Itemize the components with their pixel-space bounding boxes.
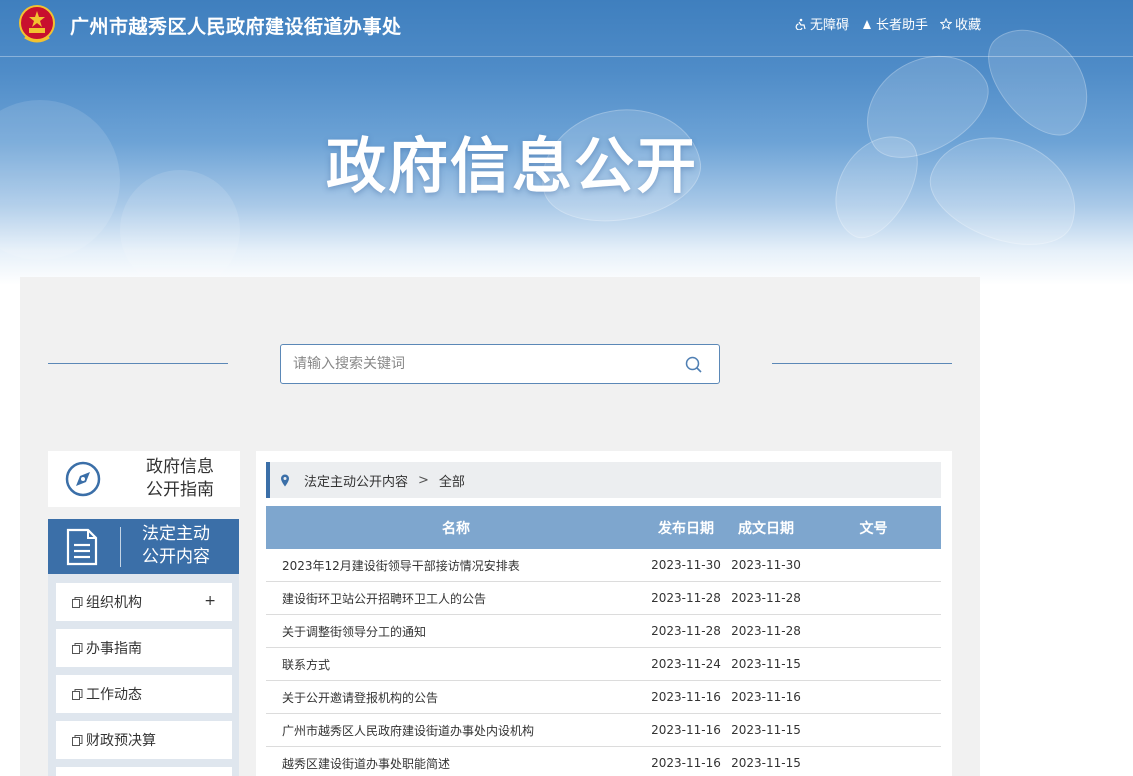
chevron-right-icon: > [418,472,429,488]
row-published-date: 2023-11-28 [651,591,721,605]
elder-helper-icon [862,19,871,29]
expand-icon[interactable]: + [204,593,216,609]
sidebar-active-label: 法定主动公开内容 [142,524,210,567]
table-header: 名称 发布日期 成文日期 文号 [266,506,941,549]
accessibility-link[interactable]: 无障碍 [795,14,849,33]
row-title-link[interactable]: 越秀区建设街道办事处职能简述 [266,755,646,772]
row-published-date: 2023-11-28 [651,624,721,638]
row-title-link[interactable]: 联系方式 [266,656,646,673]
sidebar-item-label: 办事指南 [86,641,142,657]
sidebar-item-budget[interactable]: 财政预决算 [56,721,232,759]
document-copy-icon [72,596,83,608]
document-copy-icon [72,688,83,700]
table-row[interactable]: 2023年12月建设街领导干部接访情况安排表 2023-11-30 2023-1… [266,549,941,582]
row-published-date: 2023-11-24 [651,657,721,671]
elder-helper-label: 长者助手 [875,18,928,33]
elder-helper-link[interactable]: 长者助手 [861,14,928,33]
sidebar-item-service-guide[interactable]: 办事指南 [56,629,232,667]
row-title-link[interactable]: 关于调整街领导分工的通知 [266,623,646,640]
document-copy-icon [72,642,83,654]
sidebar-item-next[interactable] [56,767,232,776]
row-written-date: 2023-11-15 [731,756,801,770]
national-emblem-icon [19,5,55,43]
row-written-date: 2023-11-28 [731,591,801,605]
table-row[interactable]: 建设街环卫站公开招聘环卫工人的公告 2023-11-28 2023-11-28 [266,582,941,615]
sidebar-item-label: 组织机构 [86,595,142,611]
location-pin-icon [281,474,289,486]
table-row[interactable]: 关于公开邀请登报机构的公告 2023-11-16 2023-11-16 [266,681,941,714]
sidebar-item-active-disclosure[interactable]: 法定主动公开内容 [48,519,239,574]
breadcrumb-current: 全部 [438,474,465,490]
table-row[interactable]: 越秀区建设街道办事处职能简述 2023-11-16 2023-11-15 [266,747,941,776]
row-written-date: 2023-11-15 [731,657,801,671]
row-written-date: 2023-11-30 [731,558,801,572]
row-title-link[interactable]: 建设街环卫站公开招聘环卫工人的公告 [266,590,646,607]
accessibility-icon [795,18,806,30]
row-title-link[interactable]: 2023年12月建设街领导干部接访情况安排表 [266,557,646,574]
decorative-flower [120,170,240,285]
sidebar-item-label: 工作动态 [86,687,142,703]
search-input[interactable] [281,345,681,383]
sidebar-item-work-news[interactable]: 工作动态 [56,675,232,713]
divider-line-left [48,363,228,364]
search-icon[interactable] [685,356,703,374]
header-banner: 广州市越秀区人民政府建设街道办事处 无障碍 长者助手 收藏 政府信息公开 [0,0,1133,285]
star-icon [939,17,952,30]
row-written-date: 2023-11-15 [731,723,801,737]
row-published-date: 2023-11-16 [651,756,721,770]
row-published-date: 2023-11-30 [651,558,721,572]
row-title-link[interactable]: 广州市越秀区人民政府建设街道办事处内设机构 [266,722,646,739]
row-written-date: 2023-11-28 [731,624,801,638]
document-table: 名称 发布日期 成文日期 文号 2023年12月建设街领导干部接访情况安排表 2… [266,506,941,776]
table-row[interactable]: 广州市越秀区人民政府建设街道办事处内设机构 2023-11-16 2023-11… [266,714,941,747]
accessibility-label: 无障碍 [809,18,849,33]
breadcrumb: 法定主动公开内容 > 全部 [266,462,941,498]
document-copy-icon [72,734,83,746]
row-written-date: 2023-11-16 [731,690,801,704]
row-published-date: 2023-11-16 [651,723,721,737]
top-links: 无障碍 长者助手 收藏 [795,14,981,33]
sidebar-divider [120,527,121,567]
site-title: 广州市越秀区人民政府建设街道办事处 [70,16,402,38]
breadcrumb-parent[interactable]: 法定主动公开内容 [304,471,408,490]
decorative-flower [0,100,120,260]
favorite-link[interactable]: 收藏 [939,14,981,33]
top-bar: 广州市越秀区人民政府建设街道办事处 无障碍 长者助手 收藏 [0,0,1133,57]
column-header-published: 发布日期 [658,520,714,537]
column-header-name: 名称 [442,520,470,537]
sidebar-item-organization[interactable]: 组织机构 + [56,583,232,621]
document-icon [66,528,98,566]
row-published-date: 2023-11-16 [651,690,721,704]
sidebar-item-disclosure-guide[interactable]: 政府信息公开指南 [48,451,240,507]
divider-line-right [772,363,952,364]
sidebar-guide-label: 政府信息公开指南 [146,457,214,500]
sidebar-item-label: 财政预决算 [86,733,156,749]
column-header-doc-no: 文号 [859,520,888,537]
hero-title: 政府信息公开 [326,132,698,202]
favorite-label: 收藏 [954,18,981,33]
row-title-link[interactable]: 关于公开邀请登报机构的公告 [266,689,646,706]
table-row[interactable]: 关于调整街领导分工的通知 2023-11-28 2023-11-28 [266,615,941,648]
table-row[interactable]: 联系方式 2023-11-24 2023-11-15 [266,648,941,681]
compass-icon [65,461,101,497]
search-box [280,344,720,384]
column-header-written: 成文日期 [738,520,794,537]
